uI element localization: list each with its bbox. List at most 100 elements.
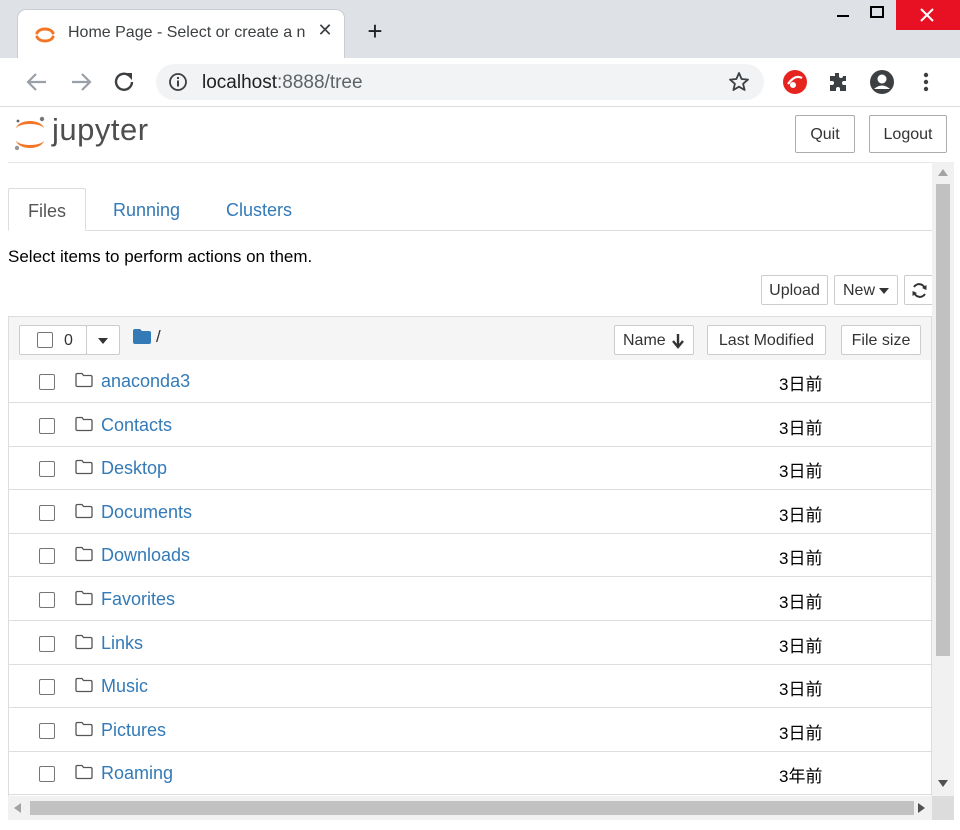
vertical-scrollbar[interactable]: [932, 162, 954, 796]
profile-avatar-icon[interactable]: [868, 68, 896, 96]
sort-name-label: Name: [623, 332, 666, 349]
folder-icon: [75, 460, 93, 475]
close-tab-icon[interactable]: ✕: [314, 19, 336, 41]
reload-icon[interactable]: [112, 70, 138, 94]
table-row[interactable]: Pictures 3日前: [9, 708, 931, 752]
vertical-scroll-thumb[interactable]: [936, 184, 950, 656]
row-checkbox[interactable]: [39, 592, 55, 608]
folder-icon: [75, 765, 93, 780]
folder-link[interactable]: Downloads: [101, 545, 190, 566]
row-checkbox[interactable]: [39, 461, 55, 478]
jupyter-logo-icon[interactable]: [12, 114, 48, 154]
browser-toolbar: localhost:8888/tree: [0, 58, 960, 107]
folder-link[interactable]: Music: [101, 676, 148, 697]
folder-link[interactable]: Pictures: [101, 720, 166, 741]
new-dropdown-button[interactable]: New: [834, 275, 898, 305]
last-modified-text: 3日前: [779, 549, 823, 569]
jupyter-favicon-icon: [35, 27, 55, 43]
scroll-down-icon[interactable]: [938, 780, 948, 788]
row-checkbox[interactable]: [39, 374, 55, 390]
upload-button[interactable]: Upload: [761, 275, 828, 305]
window-maximize-icon[interactable]: [866, 2, 888, 24]
instructions-text: Select items to perform actions on them.: [8, 247, 313, 266]
folder-link[interactable]: Links: [101, 633, 143, 654]
browser-tab-title: Home Page - Select or create a notebook: [68, 24, 306, 41]
window-close-icon: [920, 8, 934, 22]
window-bottom-edge: [0, 820, 960, 830]
row-checkbox[interactable]: [39, 679, 55, 696]
logout-button[interactable]: Logout: [869, 115, 947, 153]
back-arrow-icon[interactable]: [24, 70, 50, 94]
last-modified-text: 3日前: [779, 462, 823, 482]
window-close-button[interactable]: [896, 0, 960, 30]
folder-filled-icon[interactable]: [133, 329, 151, 344]
folder-link[interactable]: Favorites: [101, 589, 175, 610]
tab-files[interactable]: Files: [8, 188, 86, 231]
caret-down-icon: [879, 288, 889, 294]
sort-by-name-button[interactable]: Name: [614, 325, 694, 355]
horizontal-scrollbar[interactable]: [8, 796, 932, 820]
url-text[interactable]: localhost:8888/tree: [202, 72, 363, 94]
bookmark-star-icon[interactable]: [728, 71, 750, 93]
row-checkbox[interactable]: [39, 635, 55, 652]
refresh-button[interactable]: [904, 275, 934, 305]
folder-icon: [75, 503, 93, 518]
breadcrumb-path[interactable]: /: [156, 327, 161, 347]
address-bar[interactable]: localhost:8888/tree: [156, 64, 764, 100]
sort-by-modified-button[interactable]: Last Modified: [707, 325, 826, 355]
window-minimize-icon[interactable]: [832, 2, 854, 24]
browser-tab[interactable]: Home Page - Select or create a notebook …: [18, 10, 344, 58]
browser-menu-icon[interactable]: [916, 70, 936, 94]
folder-icon: [75, 547, 93, 562]
last-modified-text: 3日前: [779, 375, 823, 394]
tab-running[interactable]: Running: [113, 188, 180, 230]
table-row[interactable]: Favorites 3日前: [9, 578, 931, 621]
folder-icon: [75, 634, 93, 649]
scroll-up-icon[interactable]: [938, 168, 948, 176]
table-row[interactable]: anaconda3 3日前: [9, 360, 931, 403]
new-tab-button[interactable]: +: [363, 18, 387, 44]
table-row[interactable]: Contacts 3日前: [9, 403, 931, 447]
tab-clusters[interactable]: Clusters: [226, 188, 292, 230]
folder-link[interactable]: anaconda3: [101, 371, 190, 392]
last-modified-text: 3日前: [779, 636, 823, 656]
caret-down-icon: [98, 338, 108, 344]
last-modified-text: 3年前: [779, 767, 823, 787]
row-checkbox[interactable]: [39, 417, 55, 434]
scroll-left-icon[interactable]: [13, 803, 21, 813]
notebook-tabs: Files Running Clusters: [8, 188, 932, 231]
row-checkbox[interactable]: [39, 548, 55, 565]
row-checkbox[interactable]: [39, 722, 55, 739]
folder-link[interactable]: Documents: [101, 502, 192, 523]
selection-dropdown-button[interactable]: [86, 325, 120, 355]
table-row[interactable]: Music 3日前: [9, 665, 931, 709]
select-all-checkbox[interactable]: [37, 332, 53, 348]
jupyter-logo-text[interactable]: jupyter: [52, 112, 149, 148]
last-modified-text: 3日前: [779, 680, 823, 700]
table-row[interactable]: Links 3日前: [9, 621, 931, 665]
extensions-puzzle-icon[interactable]: [826, 70, 850, 94]
quit-button[interactable]: Quit: [795, 115, 855, 153]
sort-by-size-button[interactable]: File size: [841, 325, 921, 355]
table-row[interactable]: Documents 3日前: [9, 490, 931, 534]
row-checkbox[interactable]: [39, 504, 55, 521]
refresh-icon: [912, 283, 927, 298]
browser-tab-strip: Home Page - Select or create a notebook …: [0, 0, 960, 58]
info-icon[interactable]: [168, 72, 188, 92]
folder-link[interactable]: Desktop: [101, 458, 167, 479]
scroll-right-icon[interactable]: [918, 803, 926, 813]
folder-icon: [75, 416, 93, 431]
extension-red-icon[interactable]: [781, 68, 809, 96]
folder-icon: [75, 678, 93, 693]
table-row[interactable]: Desktop 3日前: [9, 447, 931, 491]
row-checkbox[interactable]: [39, 766, 55, 783]
forward-arrow-icon[interactable]: [68, 70, 94, 94]
table-row[interactable]: Roaming 3年前: [9, 752, 931, 796]
horizontal-scroll-thumb[interactable]: [30, 801, 914, 815]
folder-link[interactable]: Contacts: [101, 415, 172, 436]
table-row[interactable]: Downloads 3日前: [9, 534, 931, 578]
folder-icon: [75, 590, 93, 606]
select-all-control[interactable]: 0: [19, 325, 87, 355]
last-modified-text: 3日前: [779, 418, 823, 438]
folder-link[interactable]: Roaming: [101, 763, 173, 784]
